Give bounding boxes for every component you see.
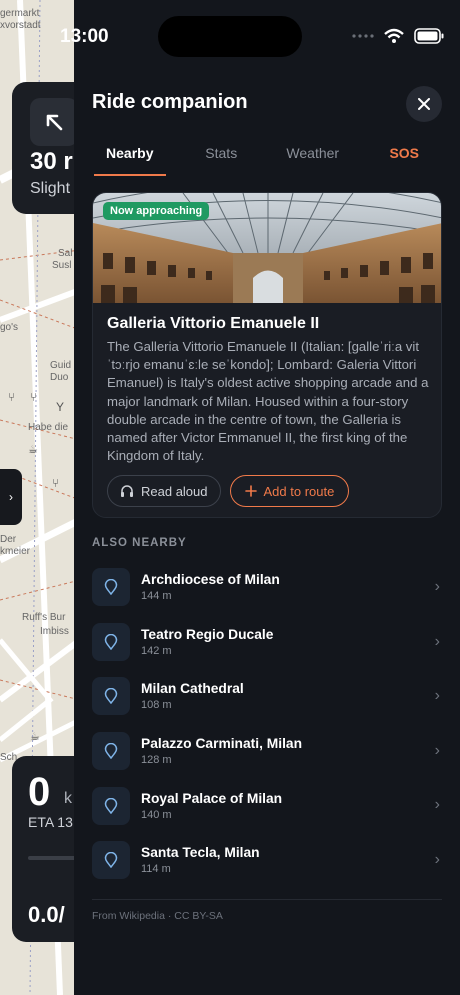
restaurant-icon: ⑂ [52,476,60,490]
tab-bar: Nearby Stats Weather SOS [84,138,450,176]
status-time: 13:00 [60,26,109,47]
read-aloud-button[interactable]: Read aloud [107,475,221,507]
map-label: Habe die [28,422,69,433]
map-label: go's [0,322,19,333]
chevron-right-icon: › [434,578,440,595]
turn-direction: Slight [30,180,71,197]
tab-nearby[interactable]: Nearby [84,138,176,176]
battery-icon [414,28,444,44]
panel-title: Ride companion [92,91,248,113]
dynamic-island [158,16,302,57]
nearby-item-name: Teatro Regio Ducale [141,626,274,642]
nearby-item-distance: 144 m [141,590,172,603]
map-pin-icon [92,732,130,771]
nearby-item-name: Milan Cathedral [141,681,244,697]
chevron-right-icon: › [434,741,440,759]
restaurant-icon: ⑂ [30,390,38,404]
add-to-route-button[interactable]: Add to route [229,475,350,507]
wifi-icon [384,28,404,43]
chevron-right-icon: › [434,850,440,868]
place-photo: Now approaching [93,193,441,303]
nearby-item-distance: 114 m [141,863,171,876]
map-label: Susl [52,260,72,271]
attribution: From Wikipedia · CC BY-SA [92,910,223,922]
trip-remaining: 0 [28,770,51,814]
tab-stats[interactable]: Stats [176,138,268,176]
map-pin-icon [92,622,130,661]
chevron-right-icon: › [434,796,440,814]
map-label: Sal [58,248,73,259]
chevron-right-icon: › [434,687,440,705]
add-to-route-label: Add to route [263,483,335,499]
nearby-item-name: Royal Palace of Milan [141,790,283,806]
nearby-item-name: Palazzo Carminati, Milan [141,736,303,752]
close-icon [418,98,430,110]
map-pin-icon [92,677,130,716]
place-actions: Read aloud Add to route [107,475,350,507]
signal-icon [352,34,374,38]
nearby-item[interactable]: Royal Palace of Milan 140 m › [92,778,442,833]
nearby-item-distance: 128 m [141,754,172,767]
panel-header: Ride companion [92,86,442,122]
arrow-up-left-icon [46,114,63,131]
map-label: Imbiss [40,626,69,637]
expand-handle[interactable]: › [0,469,22,525]
nearby-list: Archdiocese of Milan 144 m › Teatro Regi… [92,560,442,888]
map-pin-icon [92,568,130,607]
map-pin-icon [92,786,130,825]
trip-eta: ETA 13 [28,814,73,830]
nearby-item[interactable]: Teatro Regio Ducale 142 m › [92,615,442,670]
bar-icon: Y [56,400,65,414]
map-label: Der [0,534,17,545]
cafe-icon: ☕ [30,731,40,743]
map-label: germarkt [0,8,40,19]
trip-unit: k [64,790,72,807]
nearby-item[interactable]: Palazzo Carminati, Milan 128 m › [92,724,442,779]
chevron-right-icon: › [9,490,13,504]
chevron-right-icon: › [434,632,440,650]
trip-speed: 0.0/ [28,902,65,927]
plus-icon [244,485,257,497]
nearby-item-distance: 140 m [141,808,172,821]
nearby-item-name: Santa Tecla, Milan [141,845,260,861]
map-label: Guid [50,360,72,371]
featured-place-card[interactable]: Now approaching Galleria Vittorio Emanue… [92,192,442,518]
status-icons [352,28,444,44]
read-aloud-label: Read aloud [141,483,208,499]
cafe-icon: ☕ [28,444,38,456]
turn-arrow [30,98,78,146]
turn-distance: 30 r [30,148,73,175]
map-label: xvorstadt [0,20,41,31]
nearby-item-name: Archdiocese of Milan [141,572,280,588]
nearby-item[interactable]: Santa Tecla, Milan 114 m › [92,833,442,888]
place-description: The Galleria Vittorio Emanuele II (Itali… [107,339,429,464]
place-title: Galleria Vittorio Emanuele II [107,315,320,332]
headphones-icon [121,485,133,497]
nearby-item-distance: 108 m [141,699,172,712]
nearby-item[interactable]: Milan Cathedral 108 m › [92,669,442,724]
now-approaching-badge: Now approaching [103,202,210,220]
nearby-item-distance: 142 m [141,644,172,657]
tab-weather[interactable]: Weather [267,138,359,176]
restaurant-icon: ⑂ [8,390,16,404]
status-bar: 13:00 [60,0,460,74]
also-nearby-heading: ALSO NEARBY [92,537,187,549]
map-pin-icon [92,841,130,880]
tab-sos[interactable]: SOS [359,138,451,176]
close-button[interactable] [406,86,442,122]
map-label: kmeier [0,546,31,557]
map-label: Duo [50,372,69,383]
ride-companion-panel: 13:00 Ride companion Nearby Stats Weathe… [60,0,460,995]
map-label: Ruff's Bur [22,612,66,623]
footer-divider [92,899,442,900]
nearby-item[interactable]: Archdiocese of Milan 144 m › [92,560,442,615]
